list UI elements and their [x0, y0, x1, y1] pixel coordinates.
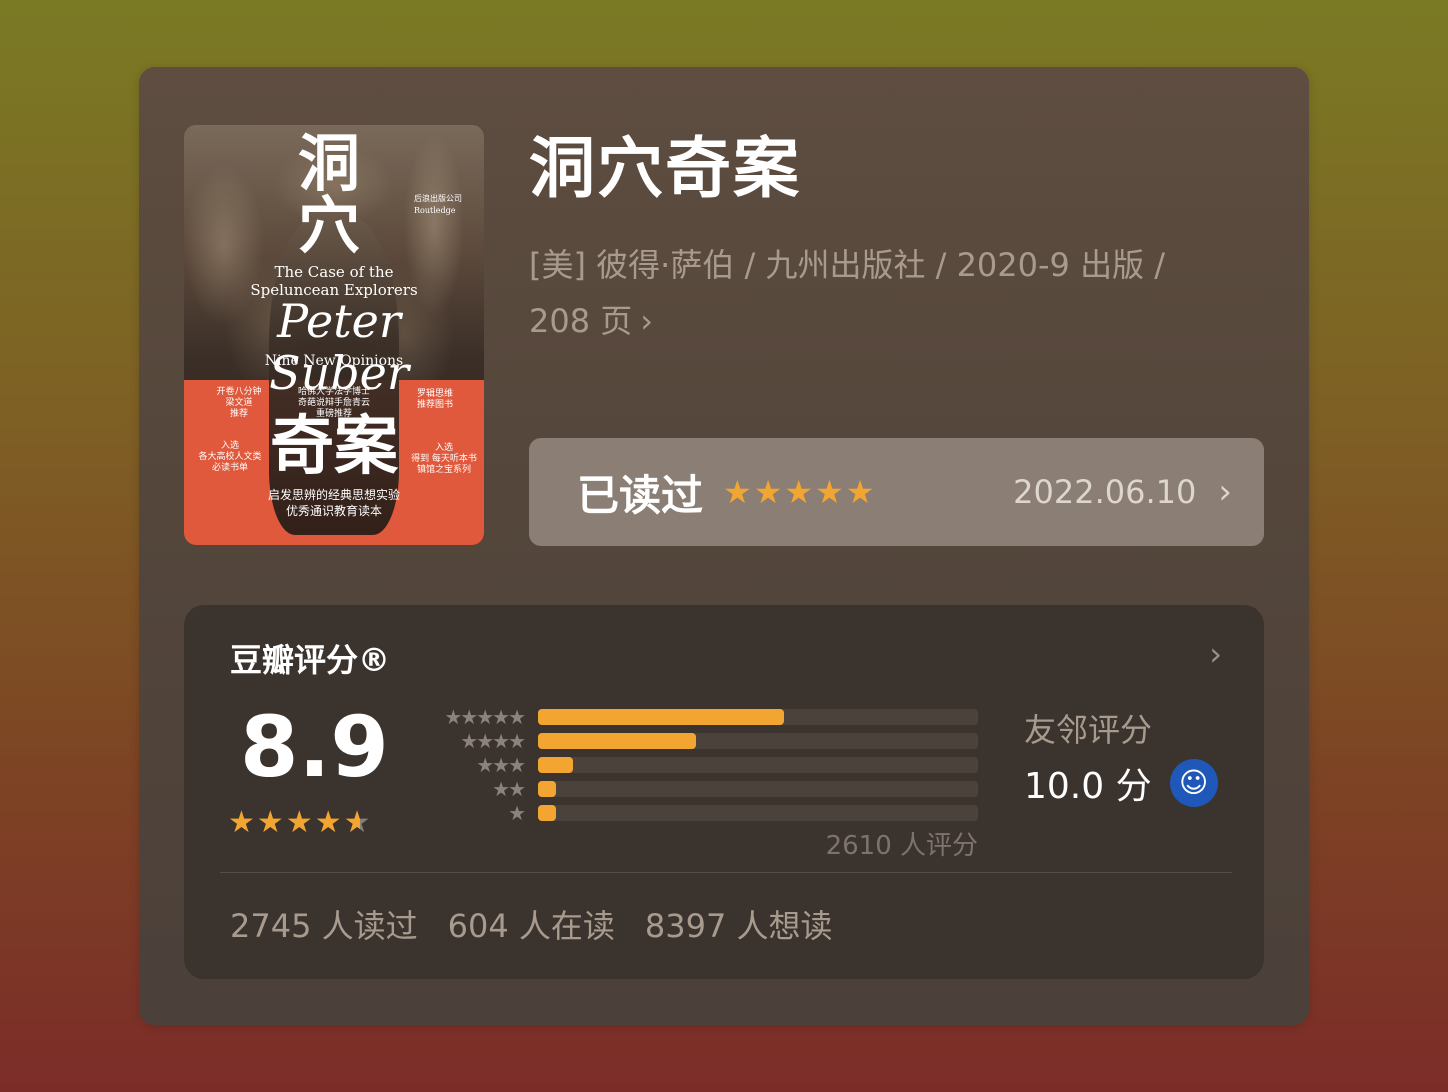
rating-count: 2610 人评分 — [825, 831, 978, 861]
book-title: 洞穴奇案 — [529, 130, 801, 207]
friend-rating-label: 友邻评分 — [1024, 711, 1153, 749]
book-cover[interactable]: 洞 穴 后浪出版公司 Routledge The Case of the Spe… — [184, 125, 484, 545]
book-meta-line-1: [美] 彼得·萨伯 / 九州出版社 / 2020-9 出版 / — [529, 246, 1166, 284]
cover-big-title: 奇案 — [270, 409, 398, 484]
reading-count[interactable]: 604 人在读 — [448, 901, 615, 947]
rating-score-stars: ★ ★ ★ ★ ★ — [228, 808, 371, 838]
distribution-stars: ★★★★ — [460, 729, 526, 753]
book-meta[interactable]: [美] 彼得·萨伯 / 九州出版社 / 2020-9 出版 / 208 页 › — [529, 237, 1229, 349]
cover-blurb-right-b: 入选 得到 每天听本书 镇馆之宝系列 — [411, 443, 477, 475]
distribution-stars: ★★★ — [476, 753, 526, 777]
distribution-bar-fill — [538, 733, 697, 749]
cover-char-1: 洞 — [298, 127, 361, 200]
star-icon: ★ — [753, 473, 783, 511]
cover-char-2: 穴 — [298, 189, 361, 262]
cover-author: Peter Suber — [269, 294, 409, 400]
my-rating-stars: ★ ★ ★ ★ ★ — [723, 476, 874, 508]
distribution-row: ★★★★★ — [416, 705, 978, 729]
star-icon: ★ — [845, 473, 875, 511]
cover-subtitle: Nine New Opinions — [264, 353, 404, 369]
read-count[interactable]: 2745 人读过 — [230, 901, 418, 947]
distribution-row: ★★★★ — [416, 729, 978, 753]
read-date: 2022.06.10 — [1013, 473, 1197, 511]
reader-stats: 2745 人读过 604 人在读 8397 人想读 — [230, 901, 833, 947]
friend-rating-value: 10.0 分 — [1024, 766, 1152, 807]
distribution-bar-fill — [538, 805, 556, 821]
star-icon: ★ — [314, 805, 342, 840]
book-meta-line-2: 208 页 › — [529, 293, 1229, 349]
distribution-bar-fill — [538, 781, 556, 797]
distribution-bar-track — [538, 733, 978, 749]
rating-title: 豆瓣评分® — [230, 641, 391, 679]
cover-publisher: 后浪出版公司 Routledge — [414, 194, 462, 215]
distribution-stars: ★★ — [492, 777, 526, 801]
distribution-bar-fill — [538, 709, 785, 725]
distribution-row: ★★★ — [416, 753, 978, 777]
divider — [220, 872, 1232, 873]
distribution-stars: ★★★★★ — [444, 705, 526, 729]
chevron-right-icon[interactable]: › — [1209, 635, 1222, 673]
star-icon: ★ — [343, 805, 371, 840]
cover-blurb-right: 罗辑思维 推荐图书 — [416, 389, 453, 410]
star-icon: ★ — [723, 473, 752, 511]
distribution-bar-track — [538, 709, 978, 725]
douban-friends-icon: ☺ — [1169, 759, 1218, 807]
star-icon: ★ — [228, 805, 255, 840]
book-card: 洞 穴 后浪出版公司 Routledge The Case of the Spe… — [139, 67, 1309, 1025]
cover-blurb-left-b: 入选 各大高校人文类 必读书单 — [198, 441, 262, 473]
distribution-row: ★ — [416, 801, 978, 825]
cover-tagline: 启发思辨的经典思想实验 优秀通识教育读本 — [267, 488, 400, 518]
star-icon: ★ — [285, 805, 313, 840]
read-status-button[interactable]: 已读过 ★ ★ ★ ★ ★ 2022.06.10 › — [529, 438, 1264, 546]
chevron-right-icon: › — [1218, 472, 1232, 512]
distribution-bar-fill — [538, 757, 574, 773]
read-status-label: 已读过 — [577, 470, 704, 520]
distribution-bar-track — [538, 781, 978, 797]
distribution-bar-track — [538, 805, 978, 821]
distribution-stars: ★ — [508, 801, 526, 825]
distribution-bar-track — [538, 757, 978, 773]
distribution-row: ★★ — [416, 777, 978, 801]
friend-rating[interactable]: 10.0 分 ☺ — [1024, 757, 1218, 809]
page-count: 208 页 — [529, 302, 633, 340]
star-icon: ★ — [256, 805, 284, 840]
rating-score: 8.9 — [240, 698, 389, 796]
douban-rating-panel[interactable]: 豆瓣评分® › 8.9 ★ ★ ★ ★ ★ ★★★★★ ★★★★ ★★★ ★★ ★ 2610 人… — [184, 605, 1264, 979]
star-icon: ★ — [784, 473, 814, 511]
rating-distribution: ★★★★★ ★★★★ ★★★ ★★ ★ — [416, 705, 978, 825]
chevron-right-icon: › — [640, 302, 654, 340]
star-icon: ★ — [815, 473, 844, 511]
want-count[interactable]: 8397 人想读 — [645, 901, 833, 947]
